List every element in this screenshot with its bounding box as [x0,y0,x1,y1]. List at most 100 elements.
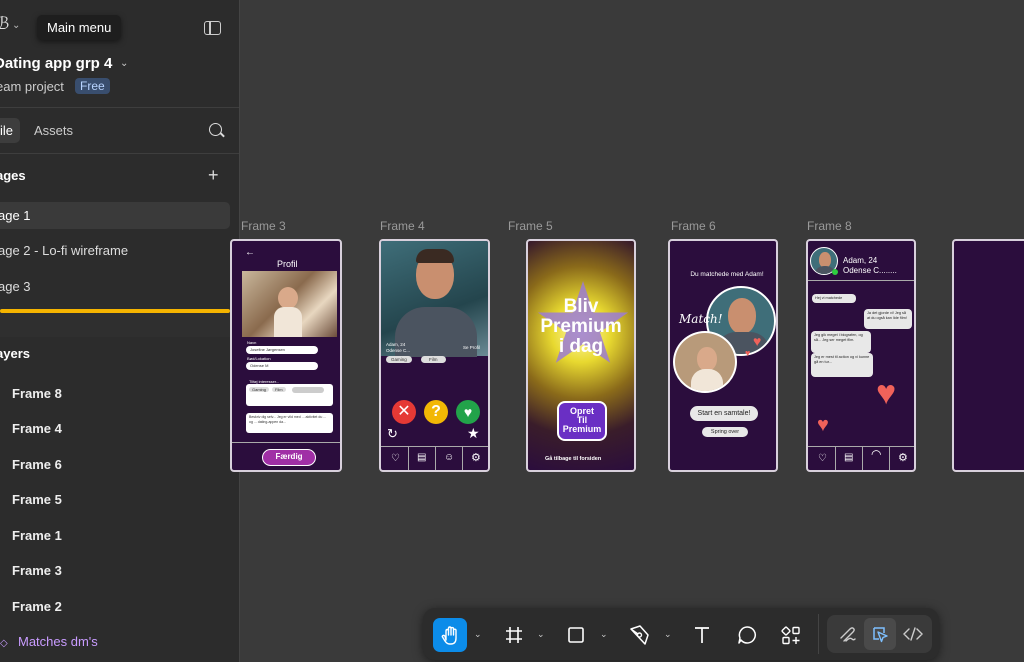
frame-4[interactable]: Adam, 24 Odense C... Se Profil Gaming Fi… [379,239,490,472]
layer-item[interactable]: ♯Frame 6 [0,457,62,481]
layer-label: Frame 2 [12,599,62,614]
left-sidebar: ℬ ⌄ Main menu Dating app grp 4 ⌄ eam pro… [0,0,240,662]
components-tool-button[interactable] [774,618,808,652]
text-icon [695,627,709,643]
page-item[interactable]: age 3 [0,273,230,300]
back-to-home-link[interactable]: Gå tilbage til forsiden [545,456,601,462]
back-arrow-icon[interactable]: ← [245,247,255,258]
pen-tool-chevron-icon[interactable]: ⌄ [664,629,672,640]
heart-icon: ♥ [876,374,897,412]
draw-mode-button[interactable] [831,618,863,650]
profile-photo [381,241,488,357]
layer-item[interactable]: ♯Frame 5 [0,492,62,516]
create-premium-button[interactable]: Opret Til Premium [557,401,607,441]
rectangle-tool-chevron-icon[interactable]: ⌄ [600,629,608,640]
done-button[interactable]: Færdig [262,449,316,466]
dislike-icon[interactable]: ✕ [392,400,416,424]
layer-label: Frame 6 [12,457,62,472]
interest-chip[interactable]: Film [272,387,286,392]
interests-box[interactable]: Gaming Film [246,384,333,406]
project-chevron-icon[interactable]: ⌄ [120,58,128,69]
heart-nav-icon[interactable]: ♡ [818,453,827,464]
undo-icon[interactable]: ↻ [387,426,398,442]
frame-icon [506,627,522,643]
premium-star-icon[interactable]: ★ [467,425,480,442]
design-mode-button[interactable] [864,618,896,650]
frame-label[interactable]: Frame 5 [508,219,553,233]
frame-label[interactable]: Frame 3 [241,219,286,233]
profile-title: Profil [277,259,298,269]
code-icon [903,627,923,641]
maybe-icon[interactable]: ? [424,400,448,424]
pen-tool-button[interactable] [622,618,656,652]
page-item[interactable]: age 2 - Lo-fi wireframe [0,237,230,264]
settings-nav-icon[interactable]: ⚙ [898,451,908,464]
frame-icon: ♯ [0,493,12,507]
layer-label: Frame 8 [12,386,62,401]
frame-label[interactable]: Frame 6 [671,219,716,233]
mode-switcher [827,615,932,653]
search-icon[interactable] [209,123,222,136]
see-profile-link[interactable]: Se Profil [463,345,480,350]
divider [0,153,239,154]
frame-6[interactable]: Du matchede med Adam! Match! ♥ ♥ Start e… [668,239,778,472]
name-field[interactable]: Josefine Jørgensen [246,346,318,354]
layer-label: Frame 5 [12,492,62,507]
bottom-toolbar: ⌄ ⌄ ⌄ ⌄ [423,608,939,660]
frame-label[interactable]: Frame 4 [380,219,425,233]
chat-bubble-sent: Ja det gjorde vi! Jeg så at du også kan … [864,309,912,329]
loading-nav-icon[interactable]: ◠ [871,447,881,461]
layer-item[interactable]: ♯Frame 2 [0,599,62,623]
profile-photo [242,271,337,337]
layer-item[interactable]: ♯Frame 3 [0,563,62,587]
chat-nav-icon[interactable]: ▤ [417,452,426,463]
draw-icon [840,627,856,642]
interest-chip[interactable]: Gaming [249,387,270,392]
layer-item[interactable]: ♯Frame 1 [0,528,62,552]
page-item[interactable]: age 1 [0,202,230,229]
frame-label[interactable]: Frame 8 [807,219,852,233]
layer-item[interactable]: ♯Frame 8 [0,386,62,410]
chat-bubble-received: Hej vi matchede [812,294,856,303]
settings-nav-icon[interactable]: ⚙ [471,451,481,464]
text-tool-button[interactable] [685,618,719,652]
frame-8[interactable]: Adam, 24 Odense C........ Hej vi matched… [806,239,916,472]
frame-tool-chevron-icon[interactable]: ⌄ [537,629,545,640]
frame-3[interactable]: ← Profil Navn Josefine Jørgensen Bød/Lok… [230,239,342,472]
hand-tool-chevron-icon[interactable]: ⌄ [474,629,482,640]
heart-nav-icon[interactable]: ♡ [391,453,400,464]
profile-nav-icon[interactable]: ☺ [444,452,454,463]
layer-item-component[interactable]: ◇ Matches dm's [0,634,98,658]
pen-icon [630,625,649,645]
figma-logo-icon[interactable]: ℬ [0,14,9,34]
like-icon[interactable]: ♥ [456,400,480,424]
add-page-icon[interactable]: + [208,165,219,186]
city-field-label: Bød/Lokation [247,356,271,361]
main-menu-chevron-icon[interactable]: ⌄ [12,20,20,31]
project-name[interactable]: Dating app grp 4 [0,55,112,72]
tab-file[interactable]: ile [0,118,20,143]
city-field[interactable]: Odense M [246,362,318,370]
rectangle-tool-button[interactable] [559,618,593,652]
start-chat-button[interactable]: Start en samtale! [690,406,758,421]
interest-chip: Film [421,356,446,363]
comment-tool-button[interactable] [730,618,764,652]
frame-partial[interactable] [952,239,1024,472]
toggle-sidebar-icon[interactable] [204,21,221,35]
chat-nav-icon[interactable]: ▤ [844,452,853,463]
heart-icon: ♥ [745,348,751,358]
about-box[interactable]: Beskriv dig selv... Jeg er vild med ... … [246,413,333,433]
skip-button[interactable]: Spring over [702,427,748,437]
chat-bubble-received: Jeg er mest til action og vi kunne gå en… [811,353,873,377]
frame-tool-button[interactable] [497,618,531,652]
frame-5[interactable]: Bliv Premium i dag Opret Til Premium Gå … [526,239,636,472]
dev-mode-button[interactable] [897,618,929,650]
components-icon [781,626,800,645]
frame-icon: ♯ [0,422,12,436]
hand-tool-button[interactable] [433,618,467,652]
layer-label: Frame 4 [12,421,62,436]
tab-assets[interactable]: Assets [34,123,73,138]
team-name[interactable]: eam project [0,79,64,94]
match-title: Du matchede med Adam! [690,271,764,278]
layer-item[interactable]: ♯Frame 4 [0,421,62,445]
